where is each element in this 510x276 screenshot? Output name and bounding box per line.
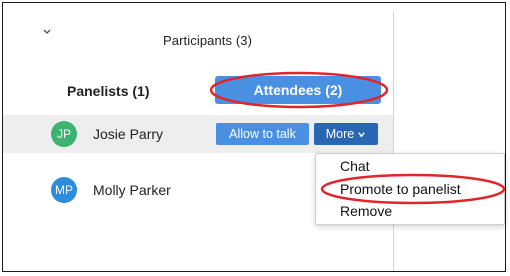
attendee-name: Josie Parry [93, 126, 164, 142]
attendee-row[interactable]: JP Josie Parry Allow to talk More [3, 115, 393, 153]
panel-divider [393, 11, 394, 271]
participants-window: Participants (3) Panelists (1) Attendees… [2, 2, 506, 272]
menu-item-promote-to-panelist[interactable]: Promote to panelist [340, 181, 461, 197]
chevron-down-icon [358, 131, 366, 137]
more-button-label: More [325, 127, 355, 141]
allow-to-talk-button[interactable]: Allow to talk [216, 123, 309, 145]
avatar: JP [51, 121, 77, 147]
more-button[interactable]: More [314, 123, 378, 145]
tab-panelists[interactable]: Panelists (1) [67, 83, 149, 99]
tab-attendees[interactable]: Attendees (2) [215, 76, 381, 104]
attendee-name: Molly Parker [93, 182, 171, 198]
participants-panel: Participants (3) Panelists (1) Attendees… [3, 3, 393, 271]
chevron-down-icon[interactable] [42, 27, 52, 37]
menu-item-remove[interactable]: Remove [340, 203, 392, 219]
participants-header: Participants (3) [3, 3, 393, 63]
more-menu: Chat Promote to panelist Remove [315, 153, 505, 225]
avatar: MP [51, 177, 77, 203]
menu-item-chat[interactable]: Chat [340, 158, 370, 174]
panel-title: Participants (3) [163, 33, 253, 48]
